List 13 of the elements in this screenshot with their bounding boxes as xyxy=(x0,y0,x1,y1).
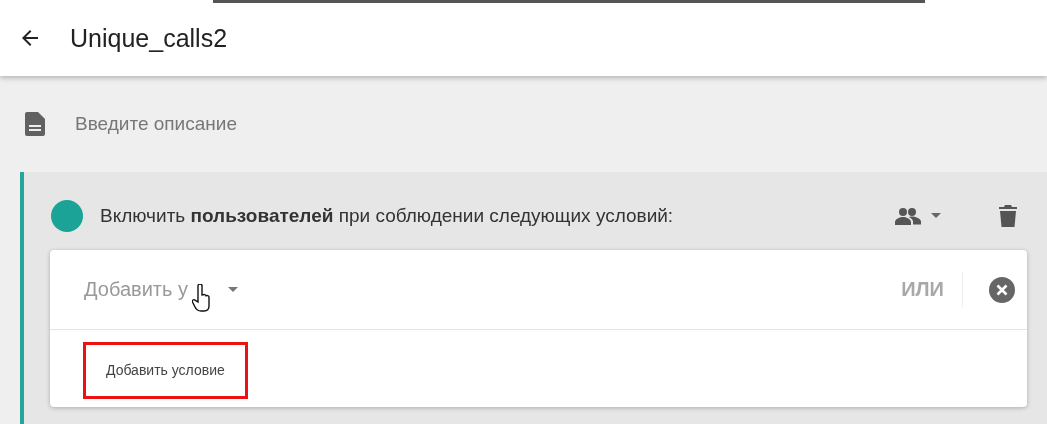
close-button[interactable] xyxy=(987,274,1017,305)
menu-item[interactable]: Добавить условие xyxy=(83,342,248,399)
caret-icon xyxy=(931,213,941,219)
hand-cursor-icon xyxy=(192,284,212,312)
page-title: Unique_calls2 xyxy=(70,23,228,53)
status-dot xyxy=(51,200,83,232)
rule-text: Включить пользователей при соблюдении следующих условий: xyxy=(100,205,674,227)
or-button[interactable]: ИЛИ xyxy=(891,272,963,307)
people-icon xyxy=(895,207,921,225)
add-dropdown[interactable]: Добавить у xyxy=(80,274,242,305)
caret-icon xyxy=(227,286,238,293)
description-field[interactable]: Введите описание xyxy=(73,112,477,136)
document-icon xyxy=(25,112,45,136)
